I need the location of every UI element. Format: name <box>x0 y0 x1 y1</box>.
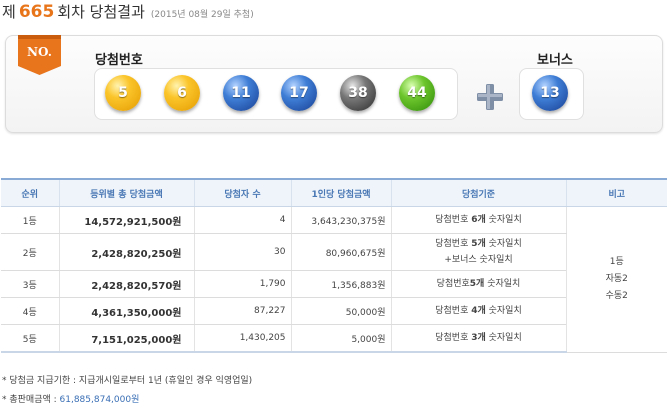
winners-cell: 1,430,205 <box>193 324 291 353</box>
table-row: 1등 14,572,921,500원 4 3,643,230,375원 당첨번호… <box>1 206 667 353</box>
payment-deadline-note: * 당첨금 지급기한 : 지급개시일로부터 1년 (휴일인 경우 익영업일) <box>2 376 253 386</box>
criteria-count: 5개 <box>471 239 486 249</box>
winning-ball-1: 5 <box>105 75 141 111</box>
no-ribbon-icon: NO. <box>18 35 61 75</box>
rank-cell: 1등 <box>1 206 59 234</box>
title-prefix: 제 <box>2 3 16 21</box>
round-number: 665 <box>18 2 55 22</box>
col-note: 비고 <box>565 178 667 207</box>
winning-ball-3: 11 <box>223 75 259 111</box>
criteria-bonus-text: +보너스 숫자일치 <box>444 255 513 265</box>
rank-cell: 5등 <box>1 324 59 353</box>
total-sales-label: * 총판매금액 : <box>2 395 60 405</box>
winners-cell: 1,790 <box>193 270 291 298</box>
criteria-cell: 당첨번호 5개 숫자일치 +보너스 숫자일치 <box>390 233 566 271</box>
total-sales-note: * 총판매금액 : 61,885,874,000원 <box>2 392 139 405</box>
note-line: 수동2 <box>605 290 628 301</box>
criteria-text: 당첨번호 <box>435 306 472 316</box>
note-line: 1등 <box>609 256 624 267</box>
total-prize-cell: 2,428,820,250원 <box>58 233 194 271</box>
total-sales-value: 61,885,874,000원 <box>59 395 140 405</box>
rank-cell: 2등 <box>1 233 59 271</box>
total-prize-cell: 14,572,921,500원 <box>58 206 194 234</box>
col-per-winner: 1인당 당첨금액 <box>290 178 391 207</box>
per-winner-cell: 1,356,883원 <box>290 270 391 298</box>
col-rank: 순위 <box>1 178 59 207</box>
per-winner-cell: 3,643,230,375원 <box>290 206 391 234</box>
rank-cell: 4등 <box>1 297 59 325</box>
bonus-ball: 13 <box>532 75 568 111</box>
winners-cell: 87,227 <box>193 297 291 325</box>
total-prize-cell: 4,361,350,000원 <box>58 297 194 325</box>
table-header-row: 순위 등위별 총 당첨금액 당첨자 수 1인당 당첨금액 당첨기준 비고 <box>1 178 667 207</box>
criteria-cell: 당첨번호 6개 숫자일치 <box>390 206 566 234</box>
prize-table: 순위 등위별 총 당첨금액 당첨자 수 1인당 당첨금액 당첨기준 비고 1등 … <box>1 178 667 353</box>
draw-result-title: 제 665 회차 당첨결과 (2015년 08월 29일 추첨) <box>2 1 254 23</box>
criteria-text: 숫자일치 <box>484 279 521 289</box>
winning-ball-4: 17 <box>281 75 317 111</box>
winning-ball-5: 38 <box>340 75 376 111</box>
draw-date: (2015년 08월 29일 추첨) <box>150 10 254 20</box>
criteria-text: 당첨번호 <box>435 239 472 249</box>
criteria-text: 숫자일치 <box>485 333 522 343</box>
criteria-cell: 당첨번호 4개 숫자일치 <box>390 297 566 325</box>
winning-ball-2: 6 <box>164 75 200 111</box>
criteria-count: 3개 <box>471 333 486 343</box>
note-line: 자동2 <box>605 273 628 284</box>
col-winners: 당첨자 수 <box>193 178 291 207</box>
per-winner-cell: 5,000원 <box>290 324 391 353</box>
criteria-text: 숫자일치 <box>485 239 522 249</box>
badge-label: NO. <box>27 45 52 59</box>
criteria-count: 4개 <box>471 306 486 316</box>
winners-cell: 4 <box>193 206 291 234</box>
criteria-cell: 당첨번호5개 숫자일치 <box>390 270 566 298</box>
note-cell: 1등자동2 수동2 <box>565 206 667 353</box>
criteria-text: 숫자일치 <box>485 306 522 316</box>
criteria-count: 6개 <box>471 215 486 225</box>
plus-icon <box>476 83 504 111</box>
total-prize-cell: 7,151,025,000원 <box>58 324 194 353</box>
criteria-cell: 당첨번호 3개 숫자일치 <box>390 324 566 353</box>
per-winner-cell: 50,000원 <box>290 297 391 325</box>
winners-cell: 30 <box>193 233 291 271</box>
winning-ball-6: 44 <box>399 75 435 111</box>
per-winner-cell: 80,960,675원 <box>290 233 391 271</box>
criteria-text: 당첨번호 <box>435 215 472 225</box>
total-prize-cell: 2,428,820,570원 <box>58 270 194 298</box>
rank-cell: 3등 <box>1 270 59 298</box>
criteria-text: 숫자일치 <box>485 215 522 225</box>
winning-numbers-panel: NO. 당첨번호 보너스 5 6 11 17 38 44 13 <box>5 35 663 133</box>
col-criteria: 당첨기준 <box>390 178 566 207</box>
criteria-text: 당첨번호 <box>435 333 472 343</box>
bonus-label: 보너스 <box>537 53 573 68</box>
winning-numbers-label: 당첨번호 <box>95 53 143 68</box>
col-total-prize: 등위별 총 당첨금액 <box>58 178 194 207</box>
criteria-count: 5개 <box>469 279 485 289</box>
criteria-text: 당첨번호 <box>436 279 470 289</box>
title-suffix: 회차 당첨결과 <box>57 3 145 21</box>
